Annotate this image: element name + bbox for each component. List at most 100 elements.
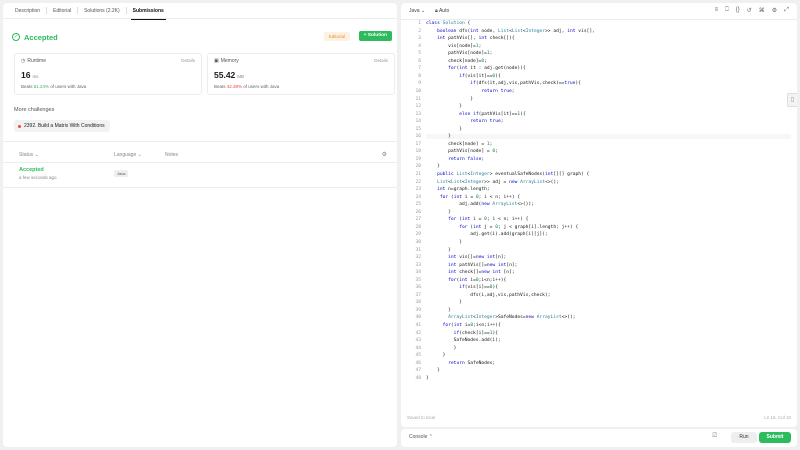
- line-number: 13: [415, 111, 421, 117]
- console-toggle[interactable]: Console ⌃: [409, 434, 433, 440]
- difficulty-dot-icon: [18, 124, 21, 128]
- line-number: 34: [415, 270, 421, 276]
- line-number: 32: [415, 255, 421, 261]
- gear-icon[interactable]: ⚙: [772, 7, 777, 14]
- line-number: 42: [415, 330, 421, 336]
- line-number: 14: [415, 119, 421, 125]
- code-line[interactable]: SafeNodes.add(i);: [426, 338, 501, 343]
- code-line[interactable]: }: [426, 104, 462, 109]
- code-line[interactable]: if(dfs(it,adj,vis,pathVis,check)==true){: [426, 81, 581, 86]
- code-line[interactable]: class Solution {: [426, 21, 470, 26]
- submission-status[interactable]: Accepted: [19, 167, 44, 173]
- code-line[interactable]: return false;: [426, 157, 484, 162]
- format-icon[interactable]: ≡: [715, 7, 719, 14]
- code-line[interactable]: if(vis[i]==0){: [426, 285, 498, 290]
- code-line[interactable]: if(check[i]==1){: [426, 331, 498, 336]
- code-line[interactable]: }: [426, 308, 451, 313]
- braces-icon[interactable]: {}: [736, 7, 740, 14]
- code-line[interactable]: else if(pathVis[it]==1){: [426, 112, 525, 117]
- code-line[interactable]: boolean dfs(int node, List<List<Integer>…: [426, 29, 595, 34]
- code-line[interactable]: int n=graph.length;: [426, 187, 490, 192]
- code-line[interactable]: adj.add(new ArrayList<>());: [426, 202, 534, 207]
- line-number: 11: [415, 96, 421, 102]
- bookmark-icon[interactable]: ⎕: [725, 7, 729, 14]
- chevron-down-icon: ⌄: [137, 152, 142, 158]
- code-line[interactable]: }: [426, 353, 446, 358]
- lock-icon: 🔒︎: [435, 8, 438, 14]
- code-line[interactable]: int pathVis[]=new int[n];: [426, 263, 517, 268]
- code-line[interactable]: for (int i = 0; i < n; i++) {: [426, 217, 528, 222]
- terminal-icon[interactable]: ⎚: [712, 433, 717, 440]
- code-line[interactable]: if(vis[it]==0){: [426, 74, 501, 79]
- auto-mode[interactable]: 🔒︎ Auto: [435, 8, 449, 14]
- status-column-header[interactable]: Status ⌄: [19, 152, 39, 158]
- code-line[interactable]: }: [426, 368, 440, 373]
- cursor-position: Ln 16, Col 10: [764, 415, 791, 420]
- code-line[interactable]: pathVis[node]=1;: [426, 51, 492, 56]
- code-line[interactable]: }: [426, 240, 462, 245]
- code-line[interactable]: for (int i = 0; i < n; i++) {: [426, 195, 520, 200]
- line-number: 3: [418, 36, 421, 42]
- code-line[interactable]: dfs(i,adj,vis,pathVis,check);: [426, 293, 550, 298]
- code-line[interactable]: for(int i=0;i<n;i++){: [426, 278, 506, 283]
- code-line[interactable]: }: [426, 164, 440, 169]
- memory-card[interactable]: ▣ Memory Details 55.42 MB Beats 42.38% of…: [207, 53, 395, 95]
- run-button[interactable]: Run: [731, 432, 757, 443]
- divider: [3, 141, 397, 142]
- language-select[interactable]: Java ⌄: [409, 8, 425, 14]
- language-column-header[interactable]: Language ⌄: [114, 152, 142, 158]
- tab-submissions[interactable]: Submissions: [127, 3, 170, 20]
- line-number: 37: [415, 292, 421, 298]
- code-area[interactable]: 1 class Solution {2 boolean dfs(int node,…: [401, 21, 797, 411]
- result-title: Accepted: [24, 32, 58, 42]
- expand-icon[interactable]: ⤢: [784, 7, 789, 14]
- memory-details-link[interactable]: Details: [374, 58, 388, 63]
- code-line[interactable]: check[node]=0;: [426, 59, 487, 64]
- code-line[interactable]: pathVis[node] = 0;: [426, 149, 498, 154]
- tab-editorial[interactable]: Editorial: [47, 3, 77, 19]
- code-line[interactable]: int check[]=new int [n];: [426, 270, 514, 275]
- challenge-label: 2392. Build a Matrix With Conditions: [24, 123, 105, 129]
- code-line[interactable]: }: [426, 210, 451, 215]
- submit-button[interactable]: Submit: [759, 432, 791, 443]
- runtime-card[interactable]: ◷ Runtime Details 16 ms Beats 51.24% of u…: [14, 53, 202, 95]
- side-panel-toggle-icon[interactable]: ▯: [787, 93, 797, 107]
- code-line[interactable]: for(int i=0;i<n;i++){: [426, 323, 501, 328]
- memory-number: 55.42: [214, 70, 236, 80]
- code-line[interactable]: check[node] = 1;: [426, 142, 492, 147]
- code-line[interactable]: }: [426, 376, 429, 381]
- tab-description[interactable]: Description: [9, 3, 46, 19]
- code-line[interactable]: for (int j = 0; j < graph[i].length; j++…: [426, 225, 578, 230]
- settings-icon[interactable]: ⌘: [759, 7, 765, 14]
- runtime-number: 16: [21, 70, 31, 80]
- code-line[interactable]: List<List<Integer>> adj = new ArrayList<…: [426, 180, 559, 185]
- editorial-button[interactable]: Editorial: [323, 32, 350, 41]
- runtime-unit: ms: [32, 74, 39, 79]
- code-line[interactable]: }: [426, 248, 451, 253]
- line-number: 4: [418, 43, 421, 49]
- reset-icon[interactable]: ↺: [747, 7, 752, 14]
- code-line[interactable]: }: [426, 97, 473, 102]
- code-line[interactable]: }: [426, 300, 462, 305]
- beats-suffix: of users with Java: [242, 84, 280, 89]
- code-line[interactable]: return true;: [426, 89, 514, 94]
- code-line[interactable]: adj.get(i).add(graph[i][j]);: [426, 232, 547, 237]
- runtime-details-link[interactable]: Details: [181, 58, 195, 63]
- code-line[interactable]: }: [426, 134, 791, 140]
- code-line[interactable]: return true;: [426, 119, 503, 124]
- code-line[interactable]: int vis[]=new int[n];: [426, 255, 506, 260]
- code-line[interactable]: return SafeNodes;: [426, 361, 495, 366]
- code-line[interactable]: }: [426, 127, 462, 132]
- code-line[interactable]: public List<Integer> eventualSafeNodes(i…: [426, 172, 589, 177]
- tab-solutions[interactable]: Solutions (2.2K): [78, 3, 126, 19]
- code-line[interactable]: for(int it : adj.get(node)){: [426, 66, 526, 71]
- add-solution-button[interactable]: + Solution: [358, 31, 392, 41]
- code-line[interactable]: int pathVis[], int check[]){: [426, 36, 515, 41]
- clock-icon: ◷: [21, 58, 26, 64]
- memory-unit: MB: [237, 74, 245, 79]
- challenge-chip[interactable]: 2392. Build a Matrix With Conditions: [14, 120, 110, 132]
- code-line[interactable]: ArrayList<Integer>SafeNodes=new ArrayLis…: [426, 315, 575, 320]
- gear-icon[interactable]: ⚙: [382, 151, 387, 158]
- code-line[interactable]: }: [426, 346, 457, 351]
- code-line[interactable]: vis[node]=1;: [426, 44, 481, 49]
